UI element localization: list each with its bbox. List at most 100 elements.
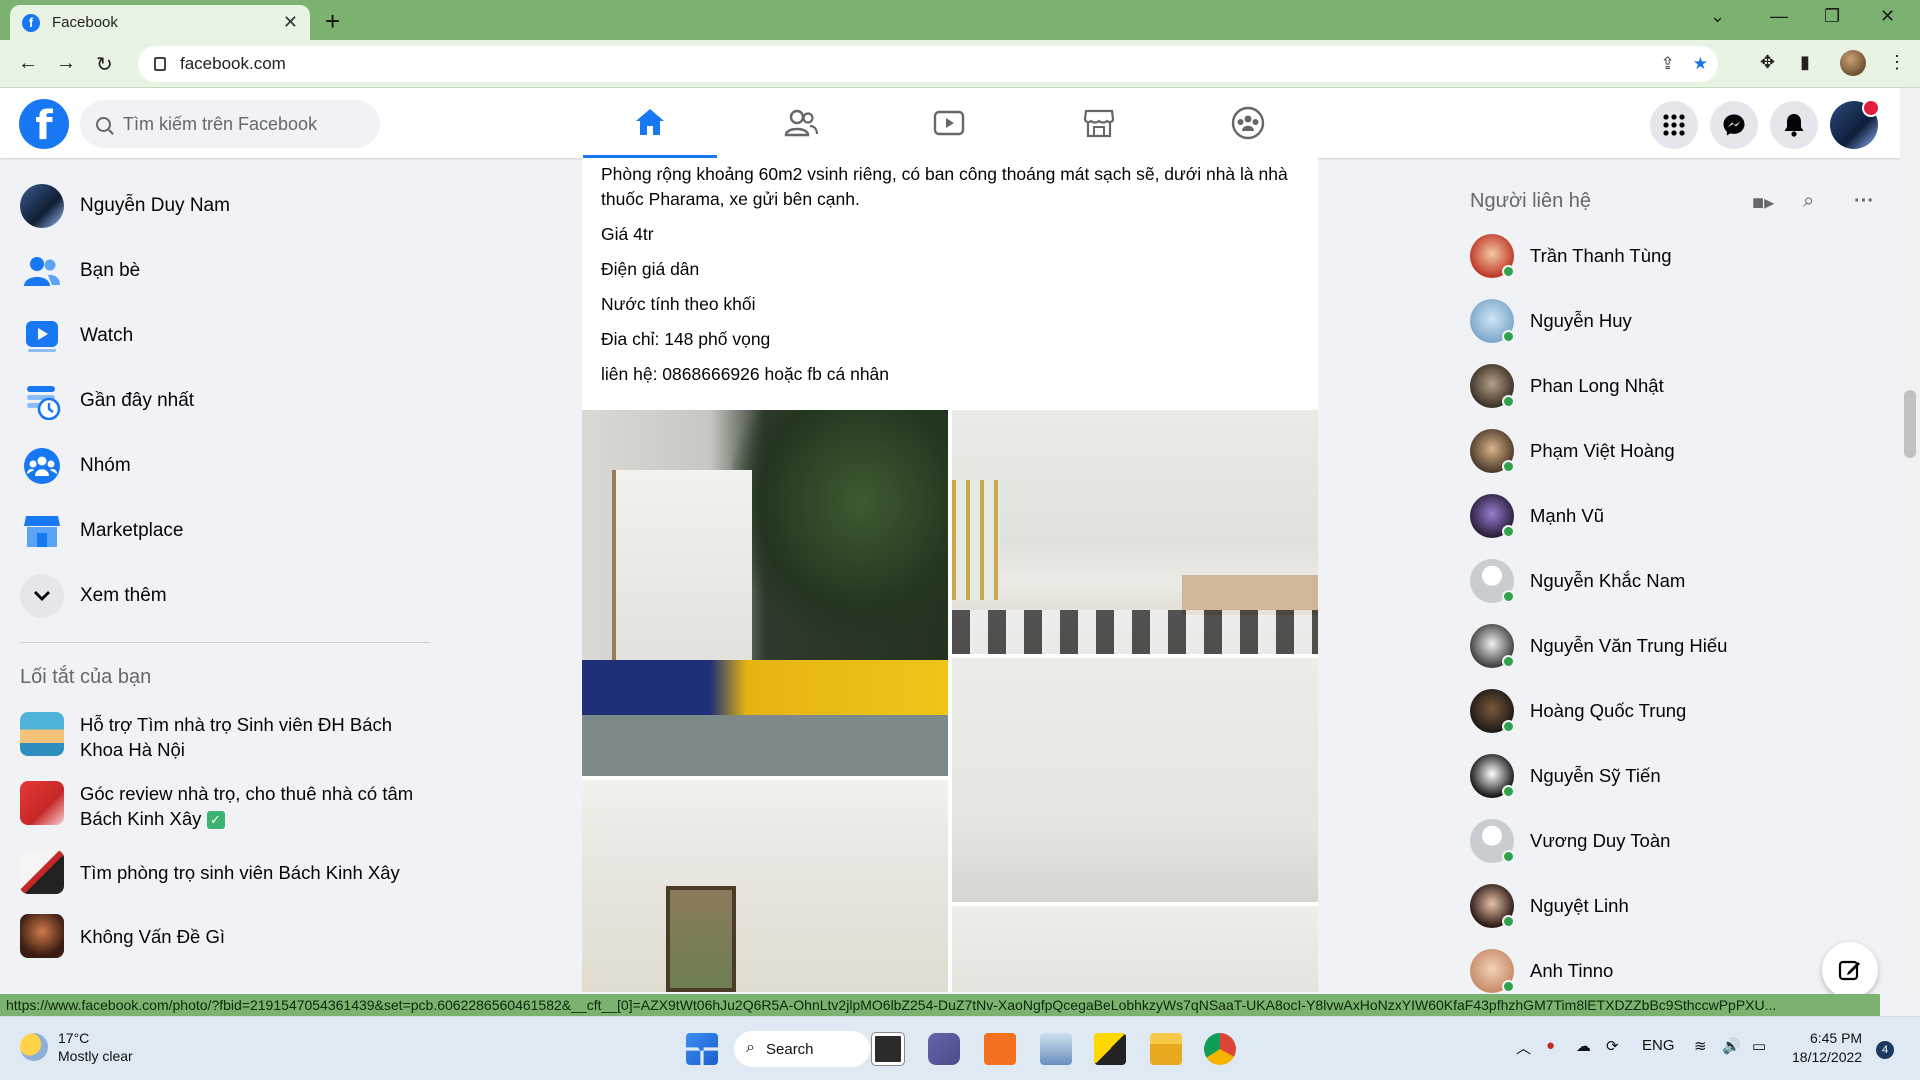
post-line: Nước tính theo khối <box>601 294 756 314</box>
grid-menu-icon <box>1663 114 1685 136</box>
account-avatar-button[interactable] <box>1830 99 1880 149</box>
new-tab-button[interactable]: + <box>325 6 340 37</box>
sidebar-item-recent[interactable]: Gần đây nhất <box>20 375 194 427</box>
contact-name: Nguyễn Huy <box>1530 310 1632 331</box>
facebook-logo[interactable]: f <box>19 99 69 149</box>
online-status-dot <box>1502 980 1515 993</box>
contact-item[interactable]: Phạm Việt Hoàng <box>1470 425 1675 477</box>
new-message-button[interactable] <box>1822 942 1878 998</box>
side-panel-icon[interactable]: ▮ <box>1800 52 1810 73</box>
share-icon[interactable]: ⇪ <box>1661 54 1675 74</box>
sidebar-item-profile[interactable]: Nguyễn Duy Nam <box>20 180 230 232</box>
shortcut-item[interactable]: Hỗ trợ Tìm nhà trọ Sinh viên ĐH Bách Kho… <box>20 712 430 762</box>
tab-search-icon[interactable]: ⌄ <box>1710 6 1725 27</box>
forward-icon[interactable]: → <box>56 52 76 75</box>
page-scrollbar[interactable] <box>1900 88 1920 992</box>
browser-profile-avatar[interactable] <box>1840 50 1866 76</box>
contact-item[interactable]: Nguyễn Huy <box>1470 295 1632 347</box>
resource-monitor-icon[interactable] <box>1040 1033 1072 1065</box>
xampp-icon[interactable] <box>984 1033 1016 1065</box>
windows-start-icon[interactable] <box>686 1033 718 1065</box>
chrome-icon[interactable] <box>1204 1033 1236 1065</box>
windows-taskbar: 17°C Mostly clear ⌕ Search ︿ ● ☁ ⟳ ENG ≋… <box>0 1016 1920 1080</box>
contact-avatar <box>1470 689 1515 733</box>
post-photo-grid <box>582 410 1318 992</box>
new-room-video-icon[interactable]: ■▸ <box>1752 190 1774 215</box>
search-contacts-icon[interactable]: ⌕ <box>1803 190 1814 213</box>
maximize-button[interactable]: ❐ <box>1824 6 1840 27</box>
address-bar[interactable]: facebook.com ⇪ ★ <box>138 46 1718 82</box>
shortcut-item[interactable]: Góc review nhà trọ, cho thuê nhà có tâm … <box>20 781 430 831</box>
back-icon[interactable]: ← <box>18 52 38 75</box>
close-window-button[interactable]: ✕ <box>1880 6 1895 27</box>
contact-item[interactable]: Nguyệt Linh <box>1470 880 1629 932</box>
show-hidden-icons[interactable]: ︿ <box>1516 1037 1531 1058</box>
notifications-button[interactable] <box>1770 101 1818 149</box>
contact-item[interactable]: Nguyễn Văn Trung Hiếu <box>1470 620 1727 672</box>
task-view-icon[interactable] <box>871 1032 905 1066</box>
post-photo-room-window[interactable] <box>582 780 948 992</box>
more-options-icon[interactable]: ··· <box>1854 190 1874 213</box>
contact-avatar <box>1470 624 1515 668</box>
menu-grid-button[interactable] <box>1650 101 1698 149</box>
reload-icon[interactable]: ↻ <box>96 52 113 77</box>
minimize-button[interactable]: — <box>1770 6 1788 27</box>
system-clock[interactable]: 6:45 PM 18/12/2022 <box>1792 1029 1862 1067</box>
contact-item[interactable]: Anh Tinno <box>1470 945 1613 997</box>
teams-chat-icon[interactable] <box>928 1033 960 1065</box>
browser-tab[interactable]: f Facebook ✕ <box>10 5 310 40</box>
contact-item[interactable]: Mạnh Vũ <box>1470 490 1604 542</box>
file-explorer-icon[interactable] <box>1150 1033 1182 1065</box>
sidebar-item-see-more[interactable]: Xem thêm <box>20 570 167 622</box>
weather-condition: Mostly clear <box>58 1048 133 1064</box>
sync-tray-icon[interactable]: ⟳ <box>1606 1037 1619 1055</box>
post-photo-room[interactable] <box>952 410 1318 654</box>
sidebar-item-friends[interactable]: Bạn bè <box>20 245 140 297</box>
volume-icon[interactable]: 🔊 <box>1722 1037 1741 1055</box>
shortcut-item[interactable]: Không Vấn Đề Gì <box>20 914 430 958</box>
lock-icon[interactable] <box>154 57 166 71</box>
messenger-button[interactable] <box>1710 101 1758 149</box>
contact-name: Nguyễn Khắc Nam <box>1530 570 1686 591</box>
tab-watch[interactable] <box>882 88 1016 158</box>
watch-icon <box>20 314 64 358</box>
sidebar-item-label: Marketplace <box>80 520 184 541</box>
tab-home[interactable] <box>583 88 717 158</box>
post-photo-building[interactable] <box>582 410 948 776</box>
contact-item[interactable]: Vương Duy Toàn <box>1470 815 1670 867</box>
wifi-icon[interactable]: ≋ <box>1694 1037 1707 1055</box>
contact-item[interactable]: Nguyễn Sỹ Tiến <box>1470 750 1661 802</box>
sidebar-item-marketplace[interactable]: Marketplace <box>20 505 184 557</box>
shortcut-thumbnail <box>20 850 64 894</box>
verified-check-icon: ✓ <box>206 811 225 830</box>
extensions-icon[interactable]: ✥ <box>1760 52 1775 73</box>
friends-icon <box>20 249 64 293</box>
close-tab-icon[interactable]: ✕ <box>283 12 298 33</box>
tab-marketplace[interactable] <box>1032 88 1166 158</box>
sidebar-item-watch[interactable]: Watch <box>20 310 133 362</box>
sidebar-item-groups[interactable]: Nhóm <box>20 440 131 492</box>
tab-groups[interactable] <box>1181 88 1315 158</box>
antivirus-tray-icon[interactable]: ● <box>1546 1037 1555 1054</box>
language-indicator[interactable]: ENG <box>1642 1037 1675 1054</box>
weather-widget[interactable]: 17°C Mostly clear <box>20 1029 133 1065</box>
taskbar-search[interactable]: ⌕ Search <box>734 1031 870 1067</box>
tab-friends[interactable] <box>734 88 868 158</box>
contact-item[interactable]: Hoàng Quốc Trung <box>1470 685 1686 737</box>
post-photo-room-wall[interactable] <box>952 658 1318 902</box>
contact-item[interactable]: Nguyễn Khắc Nam <box>1470 555 1685 607</box>
contact-item[interactable]: Phan Long Nhật <box>1470 360 1664 412</box>
left-sidebar: Nguyễn Duy Nam Bạn bè Watch Gần đây nhất… <box>0 158 450 992</box>
search-input[interactable]: Tìm kiếm trên Facebook <box>80 100 380 148</box>
bookmark-star-icon[interactable]: ★ <box>1693 54 1708 74</box>
contact-item[interactable]: Trần Thanh Tùng <box>1470 230 1672 282</box>
post-photo-bathroom[interactable] <box>952 906 1318 992</box>
browser-menu-icon[interactable]: ⋮ <box>1888 52 1906 73</box>
battery-icon[interactable]: ▭ <box>1752 1037 1766 1055</box>
onedrive-cloud-icon[interactable]: ☁ <box>1576 1037 1591 1055</box>
shortcut-item[interactable]: Tìm phòng trọ sinh viên Bách Kinh Xây <box>20 850 430 894</box>
scrollbar-thumb[interactable] <box>1904 390 1916 458</box>
contact-avatar <box>1470 494 1515 538</box>
sticky-notes-icon[interactable] <box>1094 1033 1126 1065</box>
notification-count-badge[interactable]: 4 <box>1876 1041 1894 1059</box>
